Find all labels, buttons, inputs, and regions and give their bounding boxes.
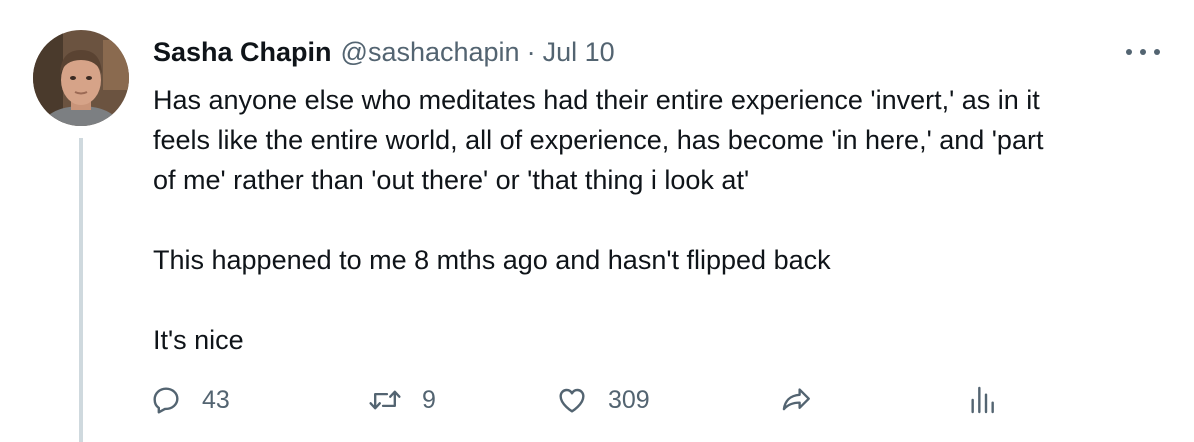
retweet-icon	[369, 390, 401, 410]
retweet-count: 9	[422, 385, 436, 414]
author-handle[interactable]: @sashachapin	[341, 34, 520, 70]
like-count: 309	[608, 385, 650, 414]
tweet-text-line: of me' rather than 'out there' or 'that …	[153, 165, 750, 195]
avatar-image	[33, 30, 129, 126]
tweet-text: Has anyone else who meditates had their …	[153, 80, 1173, 360]
share-button[interactable]	[780, 378, 814, 422]
reply-icon	[153, 387, 179, 414]
analytics-button[interactable]	[968, 378, 996, 422]
like-button[interactable]: 309	[556, 378, 650, 422]
analytics-icon	[971, 386, 994, 414]
header-separator: ·	[526, 37, 536, 67]
retweet-button[interactable]: 9	[368, 378, 436, 422]
share-icon	[782, 388, 810, 411]
tweet-text-line: Has anyone else who meditates had their …	[153, 85, 1040, 115]
tweet-paragraph: This happened to me 8 mths ago and hasn'…	[153, 245, 831, 275]
reply-button[interactable]: 43	[150, 378, 230, 422]
more-options-icon[interactable]	[1126, 46, 1160, 58]
thread-line	[79, 138, 83, 442]
tweet: Sasha Chapin @sashachapin · Jul 10 Has a…	[0, 0, 1194, 442]
tweet-header: Sasha Chapin @sashachapin · Jul 10	[153, 34, 615, 70]
tweet-date[interactable]: Jul 10	[543, 34, 615, 70]
tweet-text-line: feels like the entire world, all of expe…	[153, 125, 1044, 155]
heart-icon	[559, 388, 585, 413]
author-name[interactable]: Sasha Chapin	[153, 34, 332, 70]
tweet-paragraph: It's nice	[153, 325, 244, 355]
reply-count: 43	[202, 385, 230, 414]
avatar[interactable]	[33, 30, 129, 126]
